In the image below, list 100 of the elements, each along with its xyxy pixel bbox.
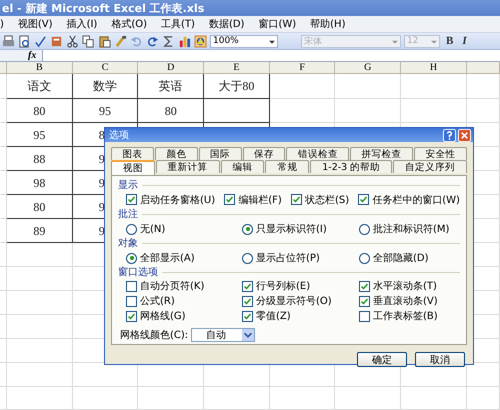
column-header[interactable]: H [401, 62, 467, 74]
table-cell [7, 267, 73, 291]
table-cell [204, 387, 270, 410]
column-header[interactable]: E [204, 62, 270, 74]
table-cell [7, 243, 73, 267]
option-label: 分级显示符号(O) [256, 295, 332, 308]
spell-check-icon[interactable] [34, 34, 47, 48]
table-cell [7, 339, 73, 363]
tab[interactable]: 编辑 [220, 160, 264, 173]
brush-icon[interactable] [114, 34, 127, 48]
checkbox[interactable] [242, 310, 253, 322]
checkbox[interactable] [242, 280, 253, 292]
checkbox[interactable] [358, 194, 370, 205]
menu-item[interactable]: 工具(T) [155, 17, 203, 31]
table-cell: 80 [7, 195, 73, 219]
redo-icon[interactable] [146, 34, 159, 48]
cancel-button[interactable]: 取消 [415, 352, 465, 367]
checkbox[interactable] [359, 310, 370, 322]
table-cell [7, 291, 73, 315]
option-label: 行号列标(E) [256, 280, 310, 293]
tab[interactable]: 自定义序列 [393, 160, 467, 173]
cut-icon[interactable] [66, 34, 79, 48]
radio-button[interactable] [242, 224, 253, 234]
formula-input[interactable] [42, 50, 500, 61]
checkbox[interactable] [126, 310, 137, 322]
zoom-dropdown[interactable]: 100% [210, 34, 278, 48]
fx-label: fx [28, 50, 38, 61]
tab[interactable]: 1-2-3 的帮助 [310, 160, 392, 173]
shapes-icon[interactable] [194, 34, 207, 48]
radio-button[interactable] [126, 224, 137, 234]
checkbox[interactable] [126, 194, 137, 205]
option-label: 自动分页符(K) [140, 280, 204, 293]
option-label: 无(N) [140, 223, 166, 236]
book-icon[interactable] [50, 34, 63, 48]
checkbox[interactable] [126, 296, 137, 306]
copy-icon[interactable] [82, 34, 95, 48]
bold-button[interactable]: B [443, 35, 456, 47]
table-cell: 大于80 [204, 74, 270, 99]
table-cell: 80 [138, 99, 204, 123]
printer-icon[interactable] [2, 34, 15, 48]
option-label: 批注和标识符(M) [373, 222, 450, 236]
table-cell [466, 387, 500, 410]
radio-button[interactable] [359, 252, 370, 264]
column-header[interactable]: B [7, 62, 73, 74]
sigma-icon[interactable] [162, 34, 175, 48]
checkbox[interactable] [126, 280, 137, 292]
table-cell: 英语 [138, 74, 204, 99]
option-label: 零值(Z) [256, 310, 291, 323]
menu-item[interactable]: 数据(D) [202, 17, 252, 31]
menu-item[interactable]: 格式(O) [105, 17, 156, 31]
table-cell: 88 [7, 147, 73, 171]
tab[interactable]: 图表 [111, 147, 154, 160]
tab[interactable]: 拼写检查 [350, 147, 414, 160]
option-label: 公式(R) [140, 294, 175, 308]
window-title: el - 新建 Microsoft Excel 工作表.xls [2, 0, 204, 16]
table-cell: 89 [7, 219, 73, 243]
table-cell [335, 99, 402, 123]
column-header[interactable]: D [138, 62, 204, 74]
tab[interactable]: 保存 [242, 147, 286, 160]
option-label: 工作表标签(B) [373, 310, 438, 323]
color-dropdown[interactable]: 自动 [191, 328, 256, 342]
column-header[interactable]: C [72, 62, 138, 74]
bar-chart-icon[interactable] [178, 34, 191, 48]
menu-item[interactable]: 视图(V) [12, 17, 61, 31]
ok-button[interactable]: 确定 [357, 352, 407, 367]
menu-item[interactable]: 帮助(H) [304, 17, 354, 31]
option-label: 显示占位符(P) [256, 252, 320, 265]
menu-item[interactable]: 窗口(W) [252, 17, 304, 31]
checkbox[interactable] [359, 280, 370, 292]
page-preview-icon[interactable] [18, 34, 31, 48]
radio-button[interactable] [126, 252, 137, 264]
tab[interactable]: 常规 [265, 160, 310, 173]
table-cell [335, 74, 402, 99]
tab[interactable]: 重新计算 [156, 160, 220, 173]
checkbox[interactable] [290, 194, 302, 205]
column-header[interactable]: G [335, 62, 402, 74]
checkbox[interactable] [242, 296, 253, 306]
checkbox[interactable] [224, 194, 236, 205]
section-heading: 窗口选项 [118, 266, 158, 279]
radio-button[interactable] [359, 224, 370, 234]
paste-icon[interactable] [98, 34, 111, 48]
column-header[interactable]: F [270, 62, 336, 74]
menu-item[interactable]: ) [0, 18, 12, 30]
tab[interactable]: 安全性 [414, 147, 468, 160]
table-cell [270, 74, 336, 99]
tab[interactable]: 国际 [198, 147, 242, 160]
help-icon[interactable] [443, 128, 456, 142]
table-cell [138, 387, 204, 410]
close-icon[interactable] [458, 128, 471, 142]
tab[interactable]: 颜色 [154, 147, 198, 160]
radio-button[interactable] [242, 252, 253, 264]
menu-item[interactable]: 插入(I) [60, 17, 106, 31]
tab[interactable]: 错误检查 [286, 147, 350, 160]
italic-button[interactable]: I [459, 35, 470, 47]
tab[interactable]: 视图 [111, 160, 155, 175]
checkbox[interactable] [359, 296, 370, 306]
table-cell [466, 74, 500, 99]
option-label: 只显示标识符(I) [256, 222, 327, 236]
table-cell: 数学 [72, 74, 138, 99]
table-cell [270, 99, 336, 123]
